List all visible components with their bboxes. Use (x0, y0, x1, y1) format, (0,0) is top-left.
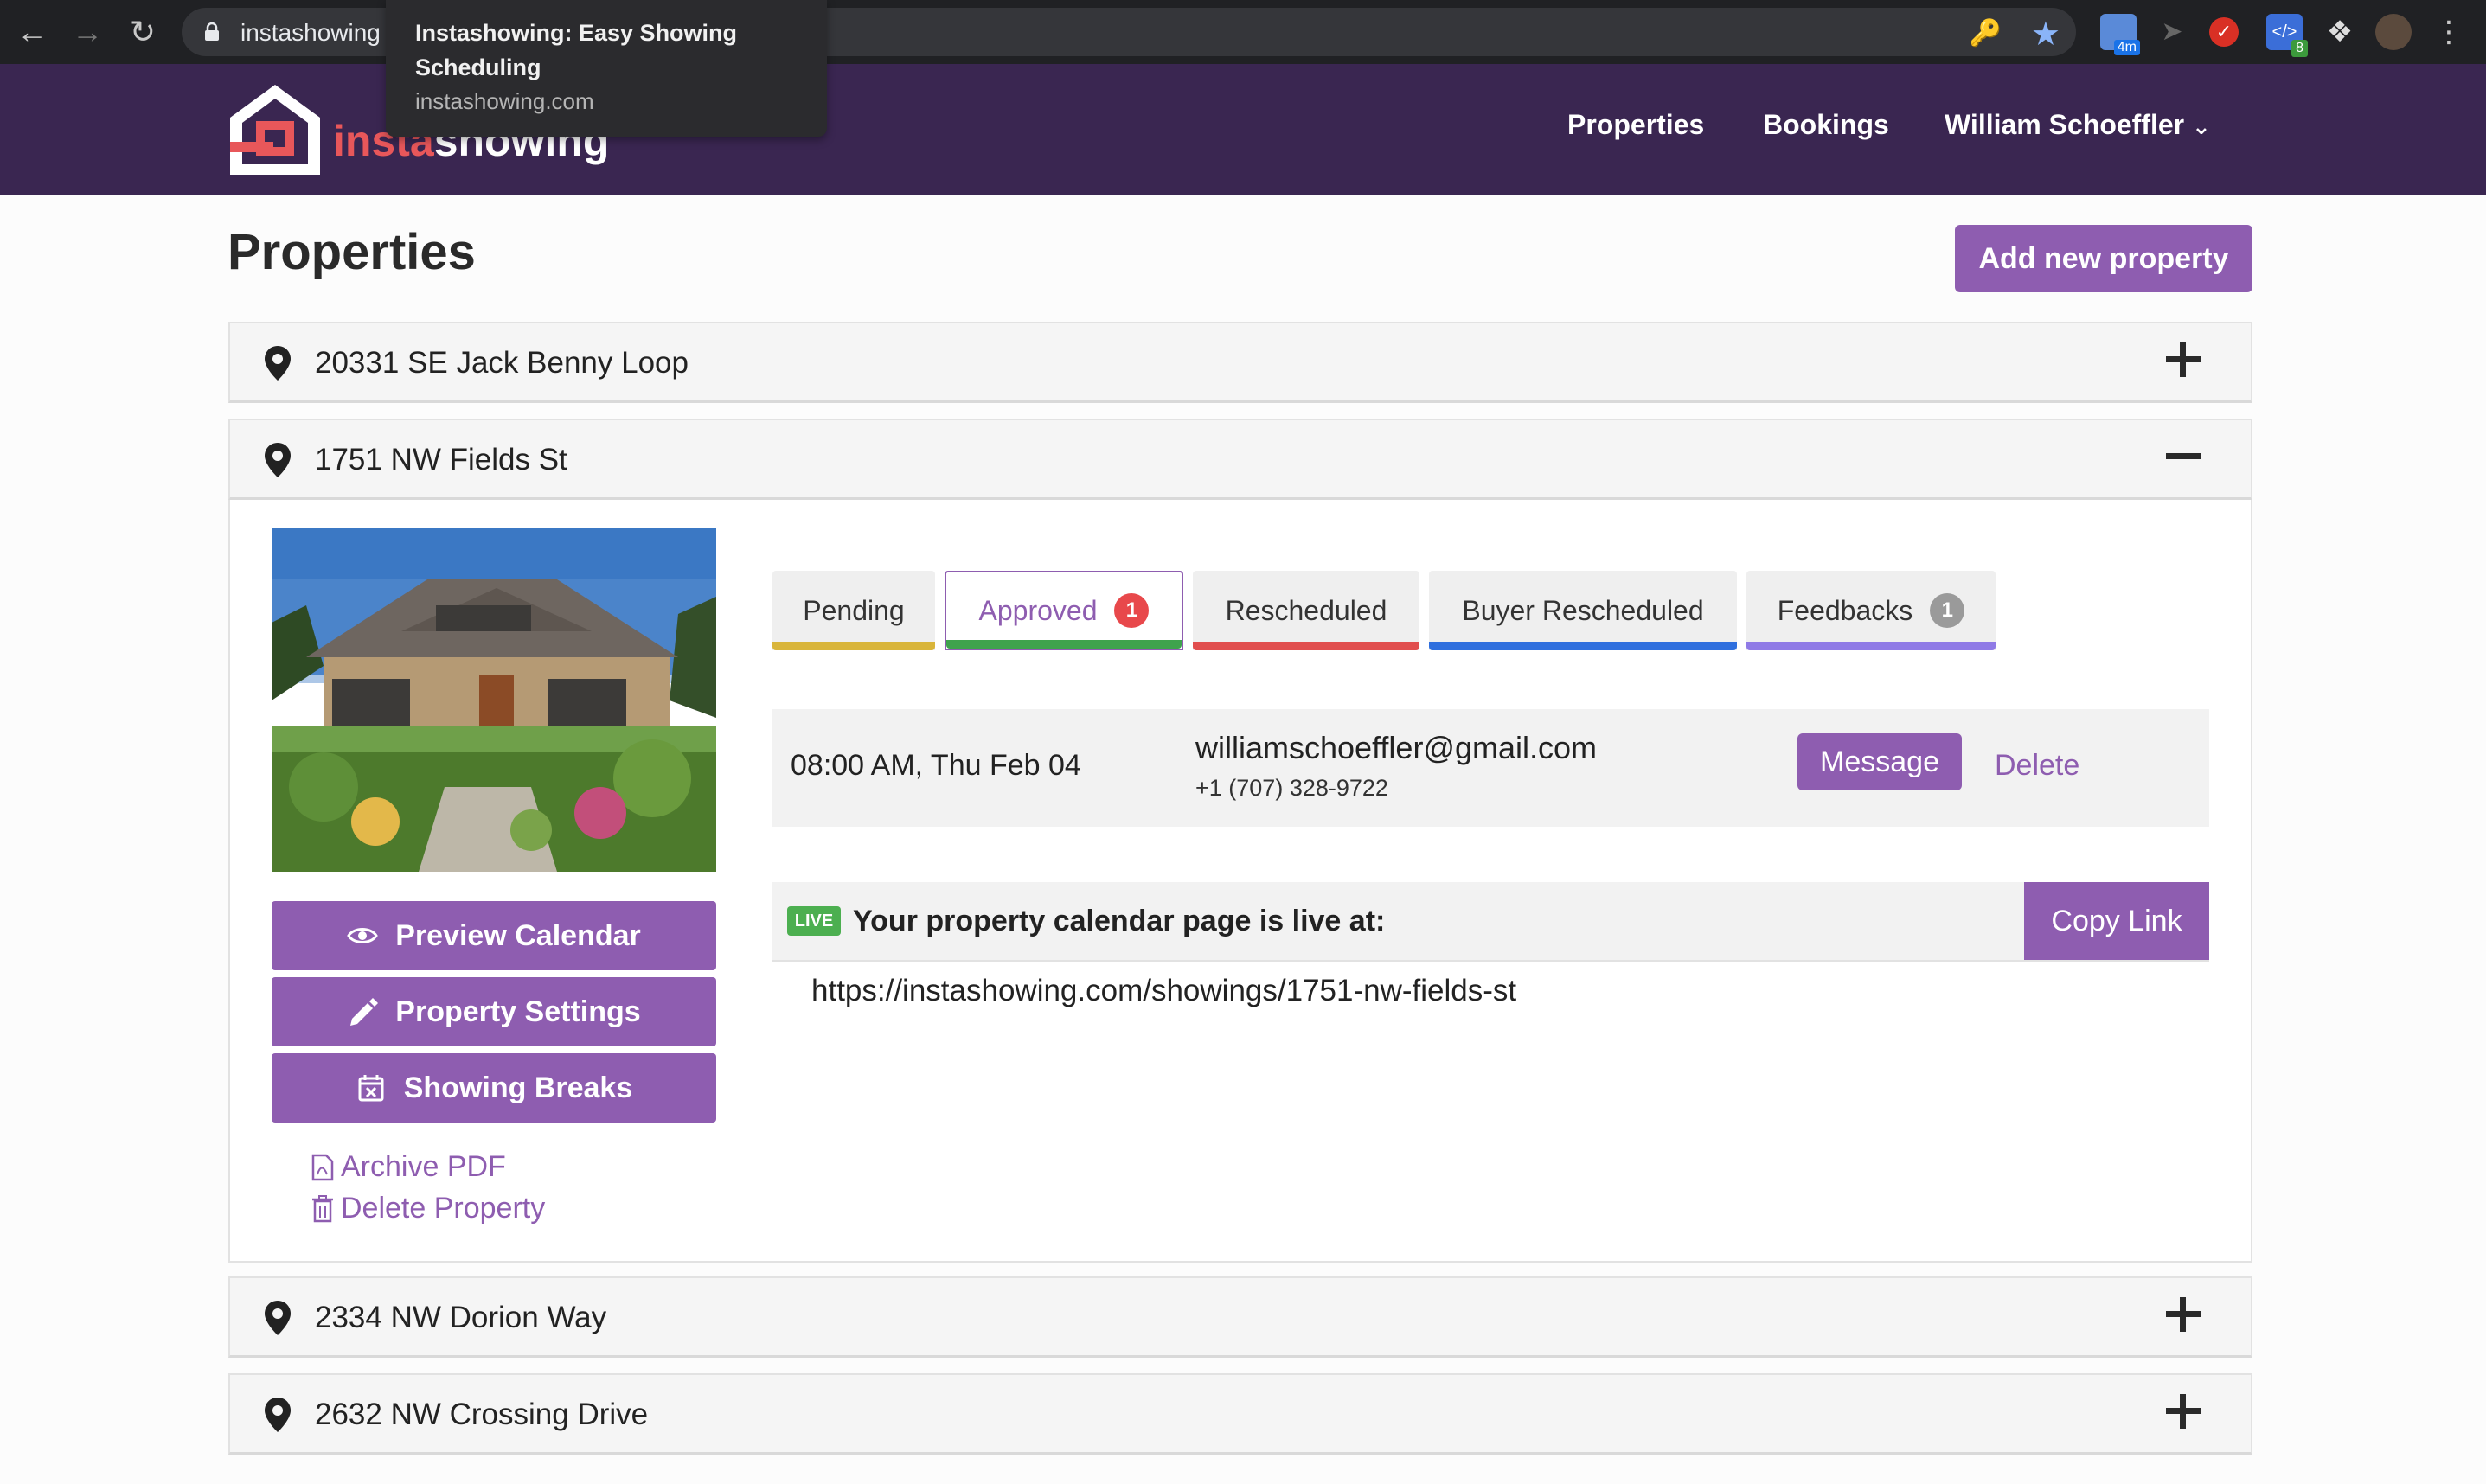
reload-icon[interactable]: ↻ (125, 14, 161, 50)
tab-label: Rescheduled (1225, 594, 1387, 626)
tab-pending[interactable]: Pending (772, 571, 935, 650)
nav-bookings[interactable]: Bookings (1763, 109, 1889, 141)
rocket-icon[interactable]: ➤ (2154, 14, 2190, 50)
collapse-minus-icon[interactable] (2166, 439, 2201, 474)
property-settings-label: Property Settings (395, 995, 641, 1028)
back-icon[interactable]: ← (14, 14, 50, 50)
property-address: 1751 NW Fields St (315, 443, 567, 477)
tab-underline (772, 642, 935, 650)
copy-link-button[interactable]: Copy Link (2024, 882, 2209, 960)
delete-property-link[interactable]: Delete Property (311, 1192, 545, 1225)
property-row[interactable]: 2334 NW Dorion Way (228, 1276, 2252, 1358)
booking-email: williamschoeffler@gmail.com (1195, 730, 1598, 765)
map-pin-icon (265, 346, 291, 381)
extension-badge: 8 (2291, 40, 2308, 57)
delete-booking-link[interactable]: Delete (1995, 749, 2079, 783)
trash-icon (312, 1194, 333, 1222)
tooltip-title: Instashowing: Easy Showing Scheduling (415, 20, 738, 80)
bookmark-star-icon[interactable]: ★ (2031, 15, 2060, 54)
tab-underline (1746, 642, 1996, 650)
tab-label: Feedbacks (1777, 594, 1913, 626)
browser-toolbar: ← → ↻ instashowing 🔑 ★ 4m ➤ ✓ </> 8 ❖ ⋮ (0, 0, 2486, 64)
user-name: William Schoeffler (1945, 109, 2185, 140)
tab-label: Buyer Rescheduled (1462, 594, 1704, 626)
live-badge: LIVE (787, 906, 841, 936)
tab-rescheduled[interactable]: Rescheduled (1193, 571, 1419, 650)
check-extension-icon[interactable]: ✓ (2209, 17, 2239, 47)
delete-property-label: Delete Property (341, 1192, 546, 1225)
chevron-down-icon: ⌄ (2192, 113, 2211, 139)
property-row[interactable]: 1751 NW Fields St (228, 419, 2252, 500)
page-title: Properties (227, 224, 476, 280)
archive-pdf-label: Archive PDF (341, 1150, 506, 1183)
tab-label: Pending (803, 594, 905, 626)
logo-house-icon[interactable] (227, 81, 324, 178)
pencil-icon (350, 998, 379, 1026)
tab-feedbacks[interactable]: Feedbacks 1 (1746, 571, 1996, 650)
showing-breaks-button[interactable]: Showing Breaks (272, 1053, 716, 1123)
tab-label: Approved (978, 594, 1098, 626)
map-pin-icon (265, 1301, 291, 1335)
live-link-bar: LIVE Your property calendar page is live… (772, 882, 2209, 962)
tab-underline (946, 640, 1182, 649)
property-address: 2334 NW Dorion Way (315, 1301, 607, 1334)
extension-badge: 4m (2113, 40, 2140, 55)
property-address: 20331 SE Jack Benny Loop (315, 346, 689, 380)
map-pin-icon (265, 443, 291, 477)
menu-dots-icon[interactable]: ⋮ (2431, 14, 2467, 50)
property-address: 2632 NW Crossing Drive (315, 1398, 649, 1431)
site-header: instashowing Properties Bookings William… (0, 64, 2486, 195)
extension-calendar-icon[interactable]: 4m (2100, 14, 2140, 55)
tooltip-domain: instashowing.com (415, 88, 594, 114)
tab-buyer-rescheduled[interactable]: Buyer Rescheduled (1429, 571, 1737, 650)
expand-plus-icon[interactable] (2166, 1394, 2201, 1429)
preview-calendar-button[interactable]: Preview Calendar (272, 901, 716, 970)
message-button[interactable]: Message (1797, 733, 1962, 790)
property-photo (272, 528, 716, 872)
tab-underline (1193, 642, 1419, 650)
booking-row: 08:00 AM, Thu Feb 04 williamschoeffler@g… (772, 709, 2209, 827)
archive-pdf-link[interactable]: Archive PDF (311, 1150, 506, 1184)
nav-user-menu[interactable]: William Schoeffler ⌄ (1945, 109, 2211, 141)
code-extension-icon[interactable]: </> 8 (2266, 14, 2308, 57)
map-pin-icon (265, 1398, 291, 1432)
count-badge: 1 (1930, 593, 1965, 628)
forward-icon[interactable]: → (69, 14, 106, 50)
add-property-button[interactable]: Add new property (1955, 225, 2252, 292)
calendar-x-icon (358, 1075, 384, 1102)
count-badge: 1 (1114, 593, 1150, 628)
key-icon[interactable]: 🔑 (1970, 18, 2002, 48)
live-url[interactable]: https://instashowing.com/showings/1751-n… (811, 974, 1516, 1008)
avatar[interactable] (2375, 14, 2412, 50)
showing-breaks-label: Showing Breaks (403, 1071, 633, 1104)
tab-tooltip: Instashowing: Easy Showing Scheduling in… (386, 0, 827, 137)
property-row[interactable]: 2632 NW Crossing Drive (228, 1373, 2252, 1455)
tab-underline (1429, 642, 1737, 650)
lock-icon (205, 22, 219, 41)
expand-plus-icon[interactable] (2166, 342, 2201, 377)
booking-time: 08:00 AM, Thu Feb 04 (791, 749, 1081, 782)
eye-icon (347, 928, 379, 943)
pdf-file-icon (311, 1154, 334, 1180)
puzzle-icon[interactable]: ❖ (2322, 14, 2358, 50)
tab-approved[interactable]: Approved 1 (945, 571, 1183, 650)
expand-plus-icon[interactable] (2166, 1297, 2201, 1332)
nav-properties[interactable]: Properties (1567, 109, 1704, 141)
property-row[interactable]: 20331 SE Jack Benny Loop (228, 322, 2252, 403)
preview-calendar-label: Preview Calendar (395, 918, 641, 952)
booking-phone: +1 (707) 328-9722 (1195, 775, 1388, 801)
url-text: instashowing (240, 19, 381, 46)
live-text: Your property calendar page is live at: (853, 905, 1386, 937)
property-settings-button[interactable]: Property Settings (272, 977, 716, 1046)
